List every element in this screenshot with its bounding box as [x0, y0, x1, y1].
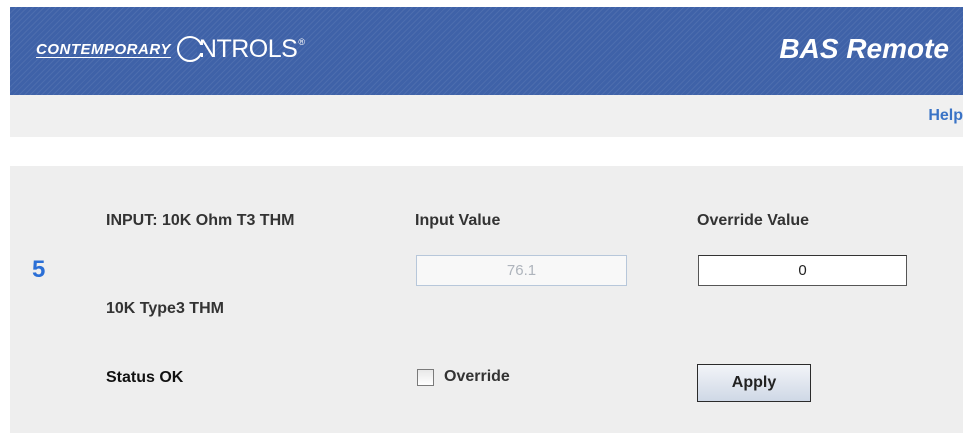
input-value-field: 76.1 — [416, 255, 627, 286]
logo-controls-text: NTROLS — [198, 34, 298, 63]
logo-contemporary-text: CONTEMPORARY — [36, 40, 171, 58]
apply-button[interactable]: Apply — [697, 364, 811, 402]
override-checkbox-label: Override — [444, 368, 510, 385]
override-value-input[interactable]: 0 — [698, 255, 907, 286]
status-label: Status OK — [106, 369, 184, 386]
override-checkbox[interactable] — [417, 369, 434, 386]
sensor-label: 10K Type3 THM — [106, 300, 224, 317]
logo-registered-mark: ® — [298, 37, 305, 47]
help-bar: Help — [10, 95, 963, 137]
page: CONTEMPORARY NTROLS ® BAS Remote Help 5 … — [0, 0, 963, 433]
company-logo: CONTEMPORARY NTROLS ® — [36, 31, 305, 67]
logo-c-ring-icon — [176, 36, 205, 62]
point-panel: 5 INPUT: 10K Ohm T3 THM 10K Type3 THM St… — [10, 166, 963, 433]
header-banner: CONTEMPORARY NTROLS ® BAS Remote — [10, 7, 963, 95]
input-value-label: Input Value — [415, 212, 501, 229]
help-link[interactable]: Help — [928, 107, 963, 125]
point-number: 5 — [32, 256, 46, 283]
override-value-label: Override Value — [697, 212, 810, 229]
input-type-label: INPUT: 10K Ohm T3 THM — [106, 212, 295, 229]
app-title: BAS Remote — [779, 33, 949, 64]
